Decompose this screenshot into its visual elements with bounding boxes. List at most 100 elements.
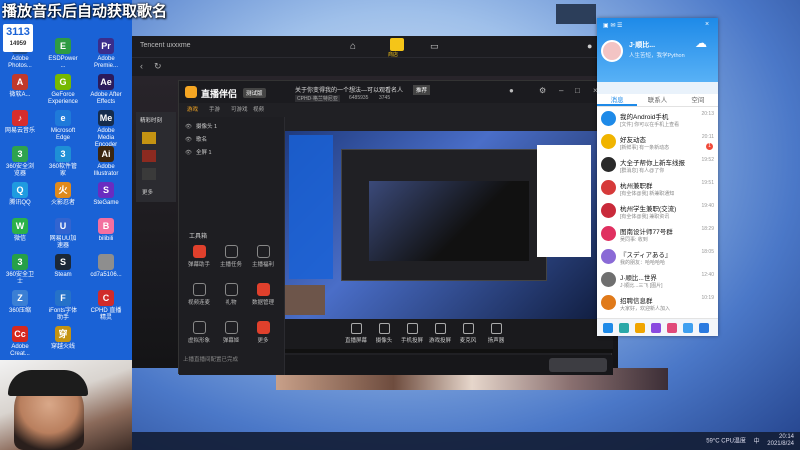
contacts-icon[interactable] [603, 323, 613, 333]
scene-item[interactable]: 👁 全屏 1 [185, 147, 279, 160]
minimize-icon[interactable]: – [559, 86, 563, 95]
tool-item[interactable]: 视频连麦 [185, 283, 213, 306]
source-tab[interactable]: 视频 [253, 105, 264, 113]
qq-avatar[interactable] [601, 40, 623, 62]
desktop-icon[interactable]: Z 360压缩 [4, 290, 36, 315]
qq-conversation-row[interactable]: 杭州兼职群 [有全体@我] 新兼职通知 19:51 [597, 177, 718, 201]
desktop-icon[interactable]: W 微信 [4, 218, 36, 243]
desktop-icon[interactable]: Bbilibili [90, 218, 122, 243]
qq-tab[interactable]: 联系人 [637, 94, 677, 106]
desktop-icon[interactable]: S SteGame [90, 182, 122, 207]
qq-search-bar[interactable] [597, 82, 718, 94]
ime-indicator[interactable]: 中 [754, 439, 760, 445]
source-button[interactable]: 摄像头 [371, 323, 397, 344]
qq-topbar-icons[interactable]: ▣ ✉ ☰ [603, 22, 622, 29]
close-icon[interactable]: × [705, 21, 709, 28]
app-icon: Cc [12, 326, 28, 342]
start-live-button[interactable] [549, 358, 607, 372]
desktop-icon[interactable]: S Steam [47, 254, 79, 279]
eye-icon[interactable]: 👁 [185, 137, 192, 143]
desktop-icon[interactable]: 火火影忍者 [47, 182, 79, 207]
tool-item[interactable]: 更多 [249, 321, 277, 344]
game-list-more[interactable]: 更多 [142, 188, 153, 196]
qq-conversation-row[interactable]: 图南设计师77号群 吴同事: 收到 18:29 [597, 223, 718, 247]
tool-item[interactable]: 主播福利 [249, 245, 277, 268]
scene-label: 歌名 [195, 137, 207, 143]
source-button[interactable]: 直播屏幕 [343, 323, 369, 344]
desktop-icon[interactable]: Ae Adobe After Effects [90, 74, 122, 106]
tool-item[interactable]: 虚拟形象 [185, 321, 213, 344]
weather-icon[interactable]: ☁ [695, 36, 707, 50]
clock-date[interactable]: 2021/8/24 [767, 441, 794, 448]
refresh-icon[interactable]: ↻ [154, 61, 162, 72]
scene-item[interactable]: 👁 摄像头 1 [185, 121, 279, 134]
avatar-icon[interactable]: ● [587, 41, 592, 51]
desktop-icon[interactable]: cd7a5106... [90, 254, 122, 279]
eye-icon[interactable]: 👁 [185, 150, 192, 156]
store-icon[interactable] [390, 38, 404, 51]
tool-item[interactable]: 数据管理 [249, 283, 277, 306]
home-icon[interactable]: ⌂ [350, 41, 356, 52]
desktop-icon[interactable]: C CPHD 直播精灵 [90, 290, 122, 322]
source-tab[interactable]: 可游戏 [231, 105, 248, 113]
source-button[interactable]: 扬声器 [483, 323, 509, 344]
shield-icon[interactable] [699, 323, 709, 333]
scene-item[interactable]: 👁 歌名 [185, 134, 279, 147]
desktop-icon[interactable]: Q 腾讯QQ [4, 182, 36, 207]
game-icon[interactable] [651, 323, 661, 333]
conversation-preview: 我的朋友：哈哈哈哈 [620, 260, 666, 266]
back-icon[interactable]: ‹ [140, 61, 143, 71]
tool-item[interactable]: 礼物 [217, 283, 245, 306]
zhibo-app-name: 直播伴侣 [201, 89, 238, 99]
qq-conversation-row[interactable]: 我的Android手机 [文件] 你可以在手机上查看 20:13 [597, 108, 718, 132]
desktop-icon[interactable]: G GeForce Experience [47, 74, 79, 106]
desktop-icon[interactable]: 3 360安全卫士 [4, 254, 36, 286]
qq-tab[interactable]: 空间 [678, 94, 718, 106]
qq-conversation-row[interactable]: 招聘信息群 大家好，欢迎新人加入 10:19 [597, 292, 718, 316]
avatar-icon[interactable]: ● [509, 86, 514, 95]
scene-list: 👁 摄像头 1 👁 歌名 👁 全屏 1 [185, 121, 279, 160]
tool-item[interactable]: 主播任务 [217, 245, 245, 268]
desktop-icon[interactable]: 3 360安全浏览器 [4, 146, 36, 178]
space-icon[interactable] [635, 323, 645, 333]
qq-conversation-row[interactable]: 『スディアある』 我的朋友：哈哈哈哈 18:05 [597, 246, 718, 270]
controller-icon[interactable]: ▭ [430, 41, 439, 52]
desktop-icon[interactable]: U 网易UU加速器 [47, 218, 79, 250]
settings-icon[interactable]: ⚙ [539, 86, 546, 95]
eye-icon[interactable]: 👁 [185, 124, 192, 130]
source-tab[interactable]: 手游 [209, 105, 220, 113]
group-icon[interactable] [619, 323, 629, 333]
desktop-icon[interactable]: ♪ 网易云音乐 [4, 110, 36, 135]
app-icon: Ai [98, 146, 114, 162]
qq-conversation-row[interactable]: 大全子帮你上新车线报 [群消息] 有人@了你 19:52 [597, 154, 718, 178]
desktop-icon[interactable]: A 微软A... [4, 74, 36, 99]
tool-item[interactable]: 弹幕助手 [185, 245, 213, 268]
desktop-icon[interactable]: 穿穿越火线 [47, 326, 79, 351]
source-button[interactable]: 游戏投屏 [427, 323, 453, 344]
desktop-icon[interactable]: Cc Adobe Creat... [4, 326, 36, 358]
game-thumb[interactable] [142, 150, 156, 162]
game-thumb[interactable] [142, 168, 156, 180]
source-button[interactable]: 麦克风 [455, 323, 481, 344]
desktop-icon[interactable]: E ESDPower ... [47, 38, 79, 70]
conversation-name: J·顺比...世界 [620, 275, 657, 282]
qq-conversation-row[interactable]: 杭州学生兼职(交流) [有全体@我] 兼职资讯 19:40 [597, 200, 718, 224]
desktop-icon[interactable]: 3 360软件管家 [47, 146, 79, 178]
qq-conversation-row[interactable]: J·顺比...世界 J·顺比...三飞 [图片] 12:40 [597, 269, 718, 293]
desktop-icon[interactable]: Ai Adobe Illustrator [90, 146, 122, 178]
maximize-icon[interactable]: □ [575, 86, 580, 95]
desktop-icon[interactable]: Me Adobe Media Encoder [90, 110, 122, 149]
qq-tab[interactable]: 消息 [597, 94, 638, 106]
source-tab[interactable]: 游戏 [187, 105, 198, 113]
desktop-icon[interactable]: Pr Adobe Premie... [90, 38, 122, 70]
qq-conversation-row[interactable]: 好友动态 [新鲜事] 有一条新动态 20:11 1 [597, 131, 718, 155]
source-button[interactable]: 手机投屏 [399, 323, 425, 344]
mail-icon[interactable] [667, 323, 677, 333]
desktop-icon[interactable]: e Microsoft Edge [47, 110, 79, 142]
clock-time[interactable]: 20:14 [767, 434, 794, 441]
game-thumb[interactable] [142, 132, 156, 144]
desktop-icon[interactable]: FiFonts字体助手 [47, 290, 79, 322]
game-list-item[interactable]: 精彩时刻 [136, 112, 176, 128]
cloud-icon[interactable] [683, 323, 693, 333]
tool-item[interactable]: 弹幕姬 [217, 321, 245, 344]
